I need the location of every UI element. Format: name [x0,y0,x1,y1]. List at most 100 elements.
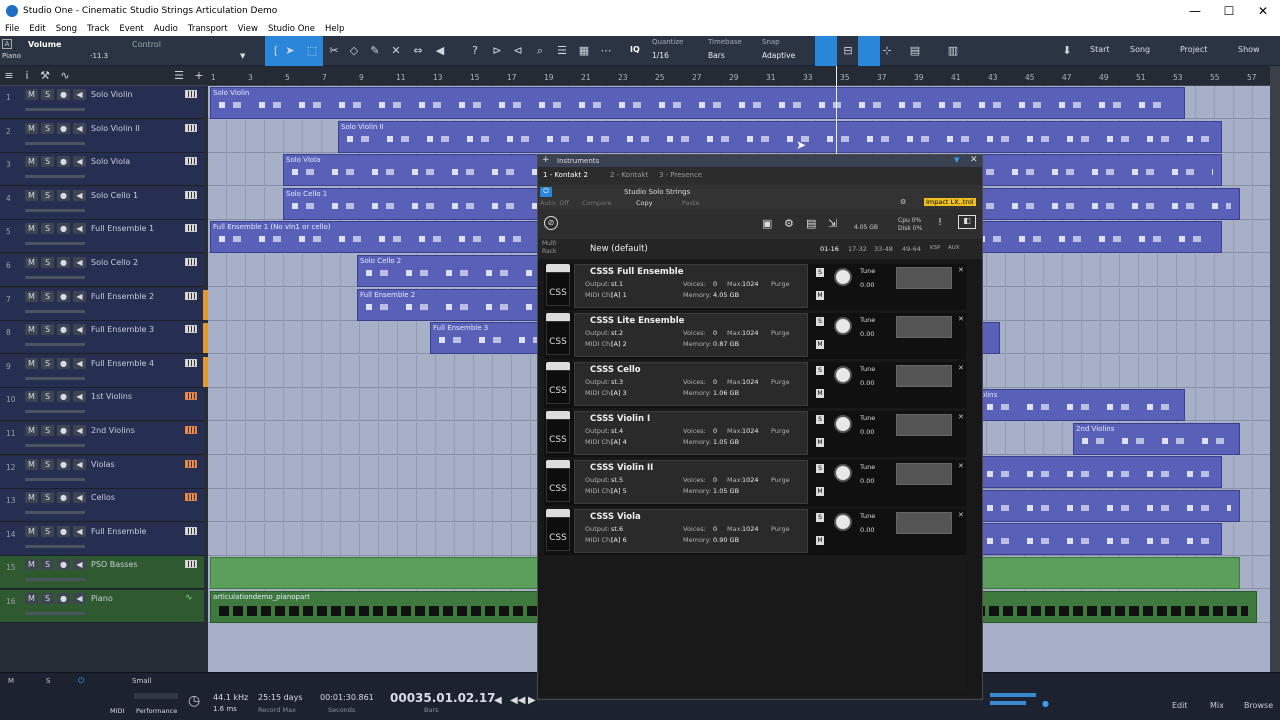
tune-value[interactable]: 0.00 [860,477,874,485]
monitor-button[interactable]: ◀ [73,189,86,201]
remove-instrument-icon[interactable]: ✕ [958,364,964,372]
track-row-10[interactable]: 10 M S ● ◀ 1st Violins [0,388,204,422]
output-value[interactable]: st.3 [611,378,623,386]
instrument-name[interactable]: CSSS Violin II [590,463,653,473]
track-options-icon[interactable]: ☰ [172,69,186,83]
page-49-64[interactable]: 49-64 [902,245,921,253]
track-name[interactable]: Solo Violin [91,90,133,99]
track-row-6[interactable]: 6 M S ● ◀ Solo Cello 2 [0,254,204,287]
track-row-16[interactable]: 16 M S ● ◀ Piano ∿ [0,590,204,623]
solo-button[interactable]: S [41,357,54,369]
solo-button[interactable]: S [41,391,54,403]
bars-position[interactable]: 00035.01.02.17 [390,691,496,705]
max-value[interactable]: 1024 [742,329,759,337]
record-arm-button[interactable]: ● [57,156,70,168]
solo-button[interactable]: S [816,415,824,424]
arrow-tool-icon[interactable]: ➤ [283,44,297,58]
solo-button[interactable]: S [41,223,54,235]
kontakt-instrument-slot[interactable]: CSS CSSS Lite Ensemble Output: st.2 Voic… [544,313,966,359]
close-window-button[interactable]: ✕ [1246,4,1280,18]
menu-event[interactable]: Event [114,24,148,34]
monitor-button[interactable]: ◀ [73,525,86,537]
clip-1st-violins[interactable]: olins [978,389,1185,421]
kontakt-instrument-slot[interactable]: CSS CSSS Viola Output: st.6 Voices: 0 Ma… [544,509,966,555]
instrument-panel[interactable]: CSSS Violin II Output: st.5 Voices: 0 Ma… [574,460,808,504]
solo-button[interactable]: S [816,317,824,326]
instrument-panel[interactable]: CSSS Lite Ensemble Output: st.2 Voices: … [574,313,808,357]
instrument-name[interactable]: CSSS Cello [590,365,641,375]
menu-track[interactable]: Track [82,24,114,34]
automation-icon[interactable]: A [2,39,12,49]
grid-icon[interactable]: ⋯ [599,44,613,58]
midi-channel[interactable]: [A] 4 [611,438,627,446]
multi-name[interactable]: New (default) [590,244,648,254]
track-row-8[interactable]: 8 M S ● ◀ Full Ensemble 3 [0,321,204,355]
solo-button[interactable]: S [41,189,54,201]
monitor-button[interactable]: ◀ [73,156,86,168]
solo-button[interactable]: S [816,513,824,522]
remove-instrument-icon[interactable]: ✕ [958,511,964,519]
volume-slider[interactable] [25,141,85,145]
nav-start[interactable]: Start [1090,45,1110,54]
purge-button[interactable]: Purge [771,280,790,288]
copy-button[interactable]: Copy [636,199,653,207]
clip-violas[interactable] [978,456,1222,488]
track-row-14[interactable]: 14 M S ● ◀ Full Ensemble [0,522,204,556]
record-arm-button[interactable]: ● [57,257,70,268]
mute-button[interactable]: M [25,324,38,336]
mute-button[interactable]: M [816,389,824,398]
console-icon[interactable]: ▥ [946,44,960,58]
volume-slider[interactable] [25,477,85,481]
play-icon[interactable]: ▶ [528,695,536,706]
track-name[interactable]: Full Ensemble [91,527,146,536]
track-name[interactable]: Full Ensemble 2 [91,292,154,301]
midi-channel[interactable]: [A] 1 [611,291,627,299]
tune-knob[interactable] [834,464,852,482]
mix-button[interactable]: Mix [1210,701,1224,710]
track-name[interactable]: Piano [91,594,113,603]
mute-button[interactable]: M [25,257,38,268]
record-arm-button[interactable]: ● [57,89,70,100]
volume-value[interactable]: -11.3 [90,52,108,60]
monitor-button[interactable]: ◀ [73,391,86,403]
track-size-small[interactable]: Small [132,677,151,685]
footer-m[interactable]: M [8,677,14,685]
track-row-1[interactable]: 1 M S ● ◀ Solo Violin [0,86,204,119]
menu-transport[interactable]: Transport [183,24,233,34]
mute-button[interactable]: M [25,89,38,100]
max-value[interactable]: 1024 [742,476,759,484]
solo-button[interactable]: S [816,464,824,473]
track-row-11[interactable]: 11 M S ● ◀ 2nd Violins [0,422,204,455]
volume-slider[interactable] [25,410,85,414]
loop-icon[interactable]: ⊟ [841,44,855,58]
track-row-2[interactable]: 2 M S ● ◀ Solo Violin II [0,119,204,153]
track-name[interactable]: 2nd Violins [91,426,135,435]
bracket-icon[interactable]: [ [269,44,283,58]
automation-curve-icon[interactable]: ∿ [58,69,72,83]
monitor-button[interactable]: ◀ [73,492,86,504]
output-value[interactable]: st.1 [611,280,623,288]
mute-button[interactable]: M [25,458,38,470]
output-value[interactable]: st.2 [611,329,623,337]
solo-button[interactable]: S [41,593,54,604]
purge-button[interactable]: Purge [771,329,790,337]
record-arm-button[interactable]: ● [57,425,70,436]
clip-solo-cello-2[interactable]: Solo Cello 2 [357,255,557,287]
mute-button[interactable]: M [25,357,38,369]
instrument-panel[interactable]: CSSS Viola Output: st.6 Voices: 0 Max: 1… [574,509,808,553]
record-arm-button[interactable]: ● [57,189,70,201]
menu-help[interactable]: Help [320,24,349,34]
mute-button[interactable]: M [25,156,38,168]
monitor-button[interactable]: ◀ [73,324,86,336]
instrument-panel[interactable]: CSSS Cello Output: st.3 Voices: 0 Max: 1… [574,362,808,406]
mute-button[interactable]: M [816,340,824,349]
mute-button[interactable]: M [816,438,824,447]
mute-button[interactable]: M [25,525,38,537]
purge-button[interactable]: Purge [771,525,790,533]
clip-cellos[interactable] [978,490,1240,522]
volume-slider[interactable] [25,175,85,179]
iq-label[interactable]: IQ [630,45,640,54]
solo-button[interactable]: S [816,268,824,277]
nav-song[interactable]: Song [1130,45,1150,54]
kontakt-instrument-slot[interactable]: CSS CSSS Violin I Output: st.4 Voices: 0… [544,411,966,457]
